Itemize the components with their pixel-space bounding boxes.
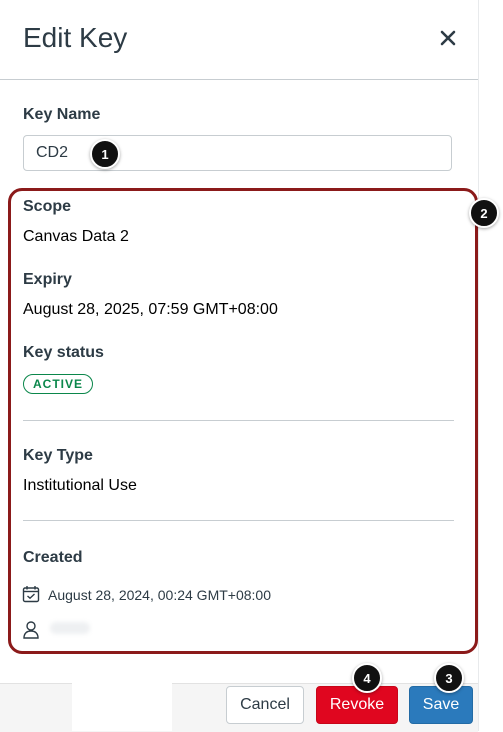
expiry-value: August 28, 2025, 07:59 GMT+08:00	[23, 301, 278, 318]
scope-label: Scope	[23, 198, 72, 215]
close-button[interactable]	[434, 24, 462, 52]
calendar-icon	[22, 586, 40, 603]
key-status-label: Key status	[23, 344, 104, 361]
close-icon	[440, 30, 456, 46]
created-label: Created	[23, 549, 83, 566]
scope-value: Canvas Data 2	[23, 228, 129, 245]
details-highlight-box	[8, 188, 478, 654]
cancel-button[interactable]: Cancel	[226, 686, 304, 724]
page-title: Edit Key	[23, 22, 128, 53]
panel-header: Edit Key	[0, 0, 478, 80]
expiry-label: Expiry	[23, 271, 72, 288]
status-badge: ACTIVE	[23, 374, 94, 394]
user-icon	[23, 621, 39, 639]
revoke-button[interactable]: Revoke	[316, 686, 398, 724]
callout-badge-1: 1	[90, 139, 120, 169]
key-name-label: Key Name	[23, 106, 101, 123]
key-name-input[interactable]	[23, 135, 452, 171]
created-by-name-redacted	[50, 622, 90, 634]
divider	[23, 520, 454, 521]
key-type-value: Institutional Use	[23, 477, 137, 494]
key-type-label: Key Type	[23, 447, 93, 464]
callout-badge-2: 2	[469, 198, 499, 228]
callout-badge-3: 3	[434, 663, 464, 693]
edit-key-panel: Edit Key Key Name Scope Canvas Data 2 Ex…	[0, 0, 479, 732]
created-date: August 28, 2024, 00:24 GMT+08:00	[48, 587, 271, 603]
divider	[23, 420, 454, 421]
save-button[interactable]: Save	[409, 686, 473, 724]
callout-badge-4: 4	[352, 663, 382, 693]
footer-overlay	[72, 675, 172, 731]
